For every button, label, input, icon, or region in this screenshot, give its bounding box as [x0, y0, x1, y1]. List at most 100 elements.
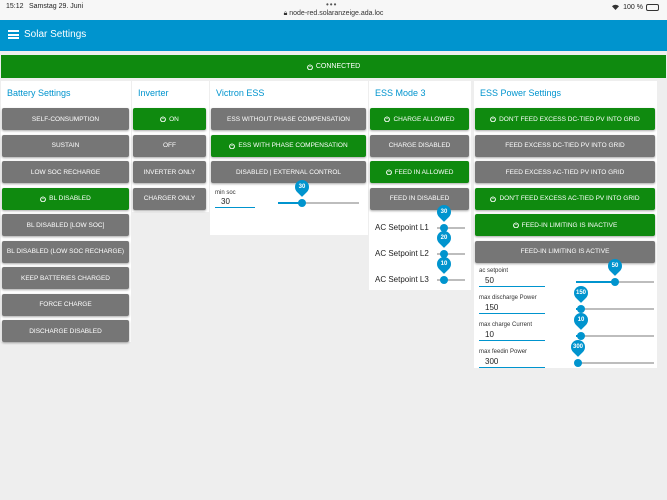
- battery-button-label: SUSTAIN: [51, 142, 80, 149]
- min-soc-input-underline: [215, 207, 255, 208]
- ess-power-value-pin: 300: [568, 337, 589, 357]
- power-icon: [160, 116, 166, 122]
- ess-power-button-label: FEED EXCESS AC-TIED PV INTO GRID: [505, 168, 625, 176]
- battery-button-bl-disabled-low-soc-recharge[interactable]: BL DISABLED (LOW SOC RECHARGE): [2, 240, 129, 263]
- ess-power-slider-label: max feedin Power: [479, 349, 528, 355]
- ess-power-button-don-t-feed-excess-dc-tied-pv-into-grid[interactable]: DON'T FEED EXCESS DC-TIED PV INTO GRID: [475, 108, 655, 130]
- ess-power-button-label: FEED-IN LIMITING IS INACTIVE: [521, 221, 618, 229]
- power-icon: [229, 142, 236, 149]
- hamburger-menu-icon[interactable]: [8, 30, 19, 39]
- ac-setpoint-value-pin: 10: [434, 254, 454, 274]
- battery-icon: [646, 4, 659, 11]
- power-icon: [385, 169, 392, 175]
- battery-button-label: BL DISABLED (LOW SOC RECHARGE): [6, 248, 125, 255]
- ess-power-button-feed-in-limiting-is-inactive[interactable]: FEED-IN LIMITING IS INACTIVE: [475, 214, 655, 236]
- ess-power-slider-track[interactable]: [576, 308, 654, 310]
- ess-power-slider-value[interactable]: 10: [485, 330, 494, 339]
- min-soc-label: min soc: [215, 190, 236, 196]
- ess-power-slider-value[interactable]: 50: [485, 276, 494, 285]
- connection-status-button[interactable]: CONNECTED: [1, 55, 666, 78]
- ess-power-value-pin-value: 10: [577, 317, 585, 323]
- battery-settings-panel: Battery Settings SELF-CONSUMPTION SUSTAIN…: [1, 81, 131, 342]
- ess-power-slider-value[interactable]: 150: [485, 303, 498, 312]
- inverter-button-off[interactable]: OFF: [133, 134, 206, 157]
- battery-button-self-consumption[interactable]: SELF-CONSUMPTION: [2, 108, 129, 130]
- ess-power-button-label: DON'T FEED EXCESS AC-TIED PV INTO GRID: [499, 195, 640, 202]
- ess-mode3-button-charge-disabled[interactable]: CHARGE DISABLED: [370, 134, 469, 157]
- battery-button-label: BL DISABLED [LOW SOC]: [26, 221, 105, 229]
- victron-button-ess-without-phase-compensation[interactable]: ESS WITHOUT PHASE COMPENSATION: [211, 108, 366, 130]
- ac-setpoint-value-pin-value: 30: [440, 209, 448, 215]
- ess-power-slider-thumb[interactable]: [611, 278, 619, 286]
- ess-power-value-pin: 50: [605, 256, 625, 276]
- battery-button-discharge-disabled[interactable]: DISCHARGE DISABLED: [2, 320, 129, 342]
- inverter-button-label: CHARGER ONLY: [143, 195, 196, 202]
- ac-setpoint-value-pin: 20: [434, 228, 454, 248]
- inverter-button-inverter-only[interactable]: INVERTER ONLY: [133, 161, 206, 183]
- status-date: Samstag 29. Juni: [29, 3, 84, 10]
- victron-button-label: DISABLED | EXTERNAL CONTROL: [235, 168, 342, 176]
- ess-power-button-feed-excess-dc-tied-pv-into-grid[interactable]: FEED EXCESS DC-TIED PV INTO GRID: [475, 134, 655, 157]
- battery-button-keep-batteries-charged[interactable]: KEEP BATTERIES CHARGED: [2, 267, 129, 289]
- victron-ess-panel: Victron ESS min soc 30 ESS WITHOUT PHASE…: [210, 81, 368, 235]
- battery-percent: 100 %: [623, 4, 643, 11]
- ess-power-slider-label: ac setpoint: [479, 268, 509, 274]
- ess-power-slider-value[interactable]: 300: [485, 357, 498, 366]
- ess-power-panel: ESS Power Settings DON'T FEED EXCESS DC-…: [474, 81, 657, 368]
- ess-power-slider-track[interactable]: [576, 362, 654, 364]
- ess-power-slider-thumb[interactable]: [574, 359, 583, 367]
- power-icon: [40, 195, 47, 202]
- battery-button-label: BL DISABLED: [49, 195, 91, 202]
- battery-button-sustain[interactable]: SUSTAIN: [2, 134, 129, 157]
- ess-power-button-label: DON'T FEED EXCESS DC-TIED PV INTO GRID: [499, 115, 640, 123]
- ess-power-button-feed-excess-ac-tied-pv-into-grid[interactable]: FEED EXCESS AC-TIED PV INTO GRID: [475, 161, 655, 183]
- ac-setpoint-value-pin-value: 20: [440, 235, 448, 241]
- battery-button-force-charge[interactable]: FORCE CHARGE: [2, 293, 129, 316]
- inverter-button-on[interactable]: ON: [133, 108, 206, 130]
- ess-power-button-label: FEED-IN LIMITING IS ACTIVE: [520, 248, 610, 255]
- power-icon: [490, 116, 496, 122]
- ess-mode3-button-label: FEED IN ALLOWED: [394, 168, 454, 176]
- min-soc-value[interactable]: 30: [221, 197, 230, 206]
- battery-button-label: KEEP BATTERIES CHARGED: [21, 274, 110, 282]
- ac-setpoint-label: AC Setpoint L2: [375, 249, 429, 258]
- ess-mode3-button-feed-in-allowed[interactable]: FEED IN ALLOWED: [370, 161, 469, 183]
- min-soc-slider-thumb[interactable]: [298, 199, 307, 207]
- victron-button-ess-with-phase-compensation[interactable]: ESS WITH PHASE COMPENSATION: [211, 134, 366, 157]
- ac-setpoint-value-pin-value: 10: [440, 261, 448, 267]
- ess-power-button-don-t-feed-excess-ac-tied-pv-into-grid[interactable]: DON'T FEED EXCESS AC-TIED PV INTO GRID: [475, 187, 655, 210]
- ess-power-slider-label: max discharge Power: [479, 295, 537, 301]
- battery-button-bl-disabled[interactable]: BL DISABLED: [2, 187, 129, 210]
- inverter-panel: Inverter ON OFF INVERTER ONLY CHARGER ONLY: [132, 81, 209, 212]
- power-icon: [384, 116, 391, 122]
- inverter-button-label: ON: [169, 115, 179, 123]
- more-dots-icon[interactable]: •••: [326, 0, 337, 9]
- ess-mode3-title: ESS Mode 3: [375, 88, 426, 98]
- ess-mode3-button-label: CHARGE ALLOWED: [393, 115, 455, 123]
- battery-button-label: FORCE CHARGE: [39, 301, 92, 308]
- ess-mode3-button-label: CHARGE DISABLED: [388, 142, 451, 149]
- inverter-title: Inverter: [138, 88, 169, 98]
- victron-button-label: ESS WITHOUT PHASE COMPENSATION: [227, 115, 350, 123]
- ess-mode3-button-feed-in-disabled[interactable]: FEED IN DISABLED: [370, 187, 469, 210]
- battery-button-label: SELF-CONSUMPTION: [31, 115, 100, 123]
- ess-mode3-button-charge-allowed[interactable]: CHARGE ALLOWED: [370, 108, 469, 130]
- ess-power-input-underline: [479, 367, 545, 368]
- ess-power-value-pin-value: 50: [611, 263, 619, 269]
- address-bar[interactable]: 🔒︎ node-red.solaranzeige.ada.loc: [0, 10, 667, 18]
- ess-power-input-underline: [479, 340, 545, 341]
- ess-power-slider-track[interactable]: [576, 335, 654, 337]
- ess-power-value-pin: 10: [570, 310, 591, 330]
- ess-power-button-feed-in-limiting-is-active[interactable]: FEED-IN LIMITING IS ACTIVE: [475, 240, 655, 263]
- battery-button-low-soc-recharge[interactable]: LOW SOC RECHARGE: [2, 161, 129, 183]
- battery-button-bl-disabled-low-soc[interactable]: BL DISABLED [LOW SOC]: [2, 214, 129, 236]
- min-soc-value-pin-value: 30: [298, 184, 306, 190]
- ess-power-value-pin-value: 150: [575, 290, 586, 296]
- victron-ess-title: Victron ESS: [216, 88, 265, 98]
- min-soc-slider-track[interactable]: [278, 202, 359, 204]
- ess-mode3-panel: ESS Mode 3 CHARGE ALLOWED CHARGE DISABLED…: [369, 81, 471, 290]
- inverter-button-label: INVERTER ONLY: [143, 168, 196, 176]
- victron-button-disabled-external-control[interactable]: DISABLED | EXTERNAL CONTROL: [211, 161, 366, 183]
- inverter-button-charger-only[interactable]: CHARGER ONLY: [133, 187, 206, 210]
- ac-setpoint-slider-thumb[interactable]: [440, 276, 448, 284]
